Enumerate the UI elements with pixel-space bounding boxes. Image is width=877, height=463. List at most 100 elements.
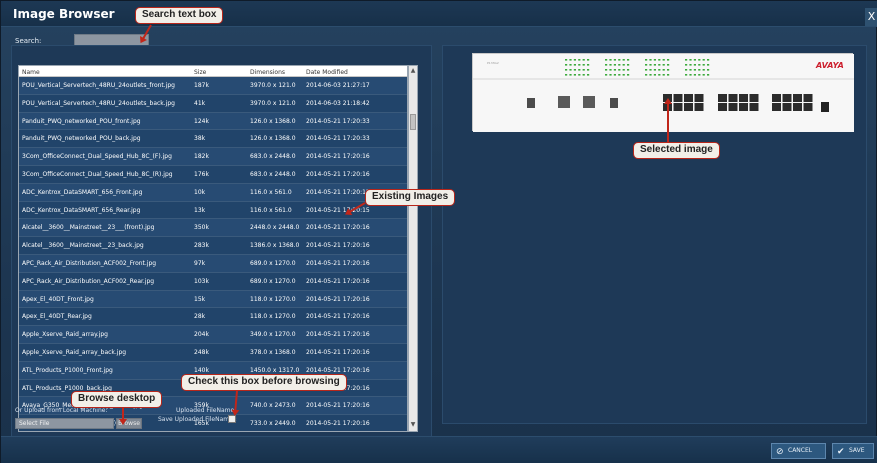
cell-dimensions: 126.0 x 1368.0 [250, 135, 296, 143]
cell-date: 2014-06-03 21:18:42 [306, 99, 370, 107]
column-header-size[interactable]: Size [191, 66, 247, 76]
cell-size: 283k [194, 242, 209, 250]
table-row[interactable]: Apex_El_40DT_Rear.jpg 28k 118.0 x 1270.0 20… [19, 308, 407, 327]
cell-size: 28k [194, 313, 206, 321]
device-front-image: AVAYA P133G2 [473, 54, 854, 132]
cell-date: 2014-05-21 17:20:16 [306, 224, 370, 232]
cell-dimensions: 689.0 x 1270.0 [250, 259, 296, 267]
callout-browse-arrow [122, 408, 124, 422]
table-scrollbar[interactable]: ▲ ▼ [408, 65, 418, 432]
table-row[interactable]: APC_Rack_Air_Distribution_ACF002_Rear.jp… [19, 272, 407, 291]
upload-local-label: Or Upload from Local Machine: [15, 407, 108, 414]
cell-dimensions: 733.0 x 2449.0 [250, 420, 296, 428]
cell-size: 350k [194, 224, 209, 232]
title-bar: Image Browser X [1, 1, 877, 27]
cell-name: ATL_Products_P1000_Front.jpg [22, 366, 113, 374]
cell-date: 2014-05-21 17:20:16 [306, 295, 370, 303]
table-row[interactable]: APC_Rack_Air_Distribution_ACF002_Front.j… [19, 254, 407, 273]
cell-date: 2014-05-21 17:20:16 [306, 242, 370, 250]
table-row[interactable]: Alcatel__3600__Mainstreet__23_back.jpg 28… [19, 237, 407, 255]
cell-date: 2014-05-21 17:20:33 [306, 135, 370, 143]
save-button[interactable]: ✔ SAVE [832, 443, 874, 459]
cell-date: 2014-05-21 17:20:16 [306, 259, 370, 267]
search-label: Search: [15, 37, 42, 45]
cell-dimensions: 3970.0 x 121.0 [250, 99, 296, 107]
cell-dimensions: 118.0 x 1270.0 [250, 313, 296, 321]
cell-size: 97k [194, 259, 206, 267]
cell-dimensions: 683.0 x 2448.0 [250, 170, 296, 178]
table-row[interactable]: Panduit_PWQ_networked_POU_front.jpg 124k 1… [19, 112, 407, 131]
column-header-name[interactable]: Name [19, 66, 191, 76]
cell-size: 38k [194, 135, 206, 143]
table-row[interactable]: Panduit_PWQ_networked_POU_back.jpg 38k 126… [19, 130, 407, 149]
table-row[interactable]: 3Com_OfficeConnect_Dual_Speed_Hub_8C_(R)… [19, 165, 407, 184]
save-button-label: SAVE [849, 447, 865, 454]
cell-date: 2014-05-21 17:20:16 [306, 348, 370, 356]
image-browser-window: Image Browser X Search: Name Size Dimens… [0, 0, 877, 463]
cell-name: Panduit_PWQ_networked_POU_back.jpg [22, 135, 141, 143]
scroll-down-icon[interactable]: ▼ [409, 421, 417, 430]
column-header-dimensions[interactable]: Dimensions [247, 66, 303, 76]
table-header: Name Size Dimensions Date Modified [19, 66, 407, 77]
cell-name: APC_Rack_Air_Distribution_ACF002_Front.j… [22, 259, 157, 267]
scroll-up-icon[interactable]: ▲ [409, 67, 417, 76]
cell-name: Apple_Xserve_Raid_array.jpg [22, 331, 108, 339]
cell-name: Apex_El_40DT_Rear.jpg [22, 313, 92, 321]
cell-dimensions: 116.0 x 561.0 [250, 188, 292, 196]
window-title: Image Browser [13, 7, 115, 21]
cell-name: 3Com_OfficeConnect_Dual_Speed_Hub_8C_(F)… [22, 153, 172, 161]
cell-date: 2014-06-03 21:27:17 [306, 82, 370, 89]
image-preview-panel: AVAYA P133G2 [442, 45, 867, 424]
cell-dimensions: 683.0 x 2448.0 [250, 153, 296, 161]
column-header-date[interactable]: Date Modified [303, 66, 393, 76]
cell-size: 204k [194, 331, 209, 339]
cancel-circle-icon: ⊘ [776, 447, 784, 457]
cell-name: APC_Rack_Air_Distribution_ACF002_Rear.jp… [22, 277, 155, 285]
callout-check: Check this box before browsing [181, 374, 347, 391]
table-row[interactable]: Apple_Xserve_Raid_array_back.jpg 248k 378.… [19, 343, 407, 362]
callout-selected-arrow [667, 101, 669, 143]
file-select-input[interactable]: Select File [15, 418, 114, 429]
cell-name: Panduit_PWQ_networked_POU_front.jpg [22, 117, 141, 125]
cell-name: 3Com_OfficeConnect_Dual_Speed_Hub_8C_(R)… [22, 170, 173, 178]
checkmark-icon: ✔ [837, 447, 845, 457]
callout-selected: Selected image [633, 142, 720, 159]
table-row[interactable]: ADC_Kentrox_DataSMART_656_Front.jpg 10k 11… [19, 183, 407, 202]
model-label: P133G2 [487, 61, 499, 65]
cell-name: POU_Vertical_Servertech_48RU_24outlets_b… [22, 99, 175, 107]
cell-size: 13k [194, 206, 206, 214]
cell-dimensions: 116.0 x 561.0 [250, 206, 292, 214]
cell-date: 2014-05-21 17:20:16 [306, 331, 370, 339]
save-uploaded-filename-checkbox[interactable] [228, 415, 236, 423]
cell-size: 41k [194, 99, 206, 107]
cell-name: ADC_Kentrox_DataSMART_656_Rear.jpg [22, 206, 141, 214]
cancel-button[interactable]: ⊘ CANCEL [771, 443, 826, 459]
cell-size: 103k [194, 277, 209, 285]
cell-name: POU_Vertical_Servertech_48RU_24outlets_f… [22, 82, 175, 89]
cell-date: 2014-05-21 17:20:16 [306, 277, 370, 285]
table-row[interactable]: Apex_El_40DT_Front.jpg 15k 118.0 x 1270.0 2… [19, 290, 407, 309]
cell-size: 187k [194, 82, 209, 89]
table-row[interactable]: POU_Vertical_Servertech_48RU_24outlets_f… [19, 77, 407, 95]
table-row[interactable]: 3Com_OfficeConnect_Dual_Speed_Hub_8C_(F)… [19, 148, 407, 166]
callout-existing: Existing Images [365, 189, 456, 206]
brand-logo: AVAYA [815, 61, 844, 70]
cell-name: Apex_El_40DT_Front.jpg [22, 295, 94, 303]
close-icon[interactable]: X [865, 8, 877, 26]
table-row[interactable]: POU_Vertical_Servertech_48RU_24outlets_b… [19, 94, 407, 113]
scroll-thumb[interactable] [410, 114, 416, 130]
cell-name: ADC_Kentrox_DataSMART_656_Front.jpg [22, 188, 143, 196]
cell-dimensions: 740.0 x 2473.0 [250, 402, 296, 410]
callout-browse: Browse desktop [71, 391, 163, 408]
cell-date: 2014-05-21 17:20:16 [306, 313, 370, 321]
callout-search: Search text box [135, 7, 224, 24]
table-row[interactable]: Alcatel__3600__Mainstreet__23___(front).… [19, 219, 407, 238]
cell-dimensions: 2448.0 x 2448.0 [250, 224, 300, 232]
table-row[interactable]: Apple_Xserve_Raid_array.jpg 204k 349.0 x 1… [19, 326, 407, 344]
cell-size: 176k [194, 170, 209, 178]
cell-dimensions: 378.0 x 1368.0 [250, 348, 296, 356]
cell-name: Apple_Xserve_Raid_array_back.jpg [22, 348, 127, 356]
cell-dimensions: 1386.0 x 1368.0 [250, 242, 300, 250]
cell-size: 124k [194, 117, 209, 125]
cell-dimensions: 349.0 x 1270.0 [250, 331, 296, 339]
